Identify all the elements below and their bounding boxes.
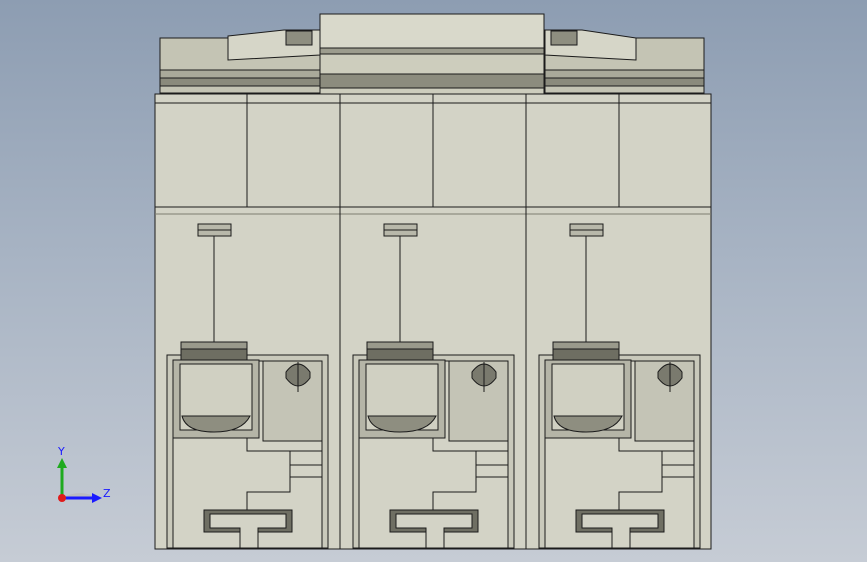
y-axis-arrowhead bbox=[57, 458, 67, 468]
y-axis-label: Y bbox=[57, 445, 65, 458]
graphics-viewport[interactable]: Y Z bbox=[0, 0, 867, 562]
z-axis-label: Z bbox=[103, 487, 111, 500]
z-axis-arrowhead bbox=[92, 493, 102, 503]
coordinate-triad: Y Z bbox=[57, 445, 111, 503]
x-axis-dot bbox=[58, 494, 66, 502]
